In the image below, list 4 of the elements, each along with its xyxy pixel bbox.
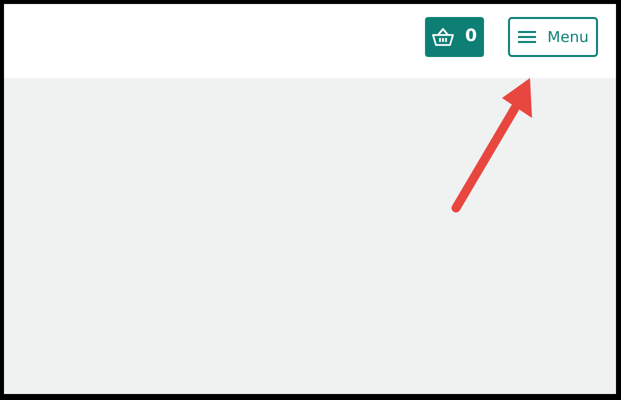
menu-button[interactable]: Menu (508, 17, 598, 57)
cart-button[interactable]: 0 (425, 17, 484, 57)
basket-icon (432, 28, 454, 46)
menu-icon (517, 30, 538, 44)
